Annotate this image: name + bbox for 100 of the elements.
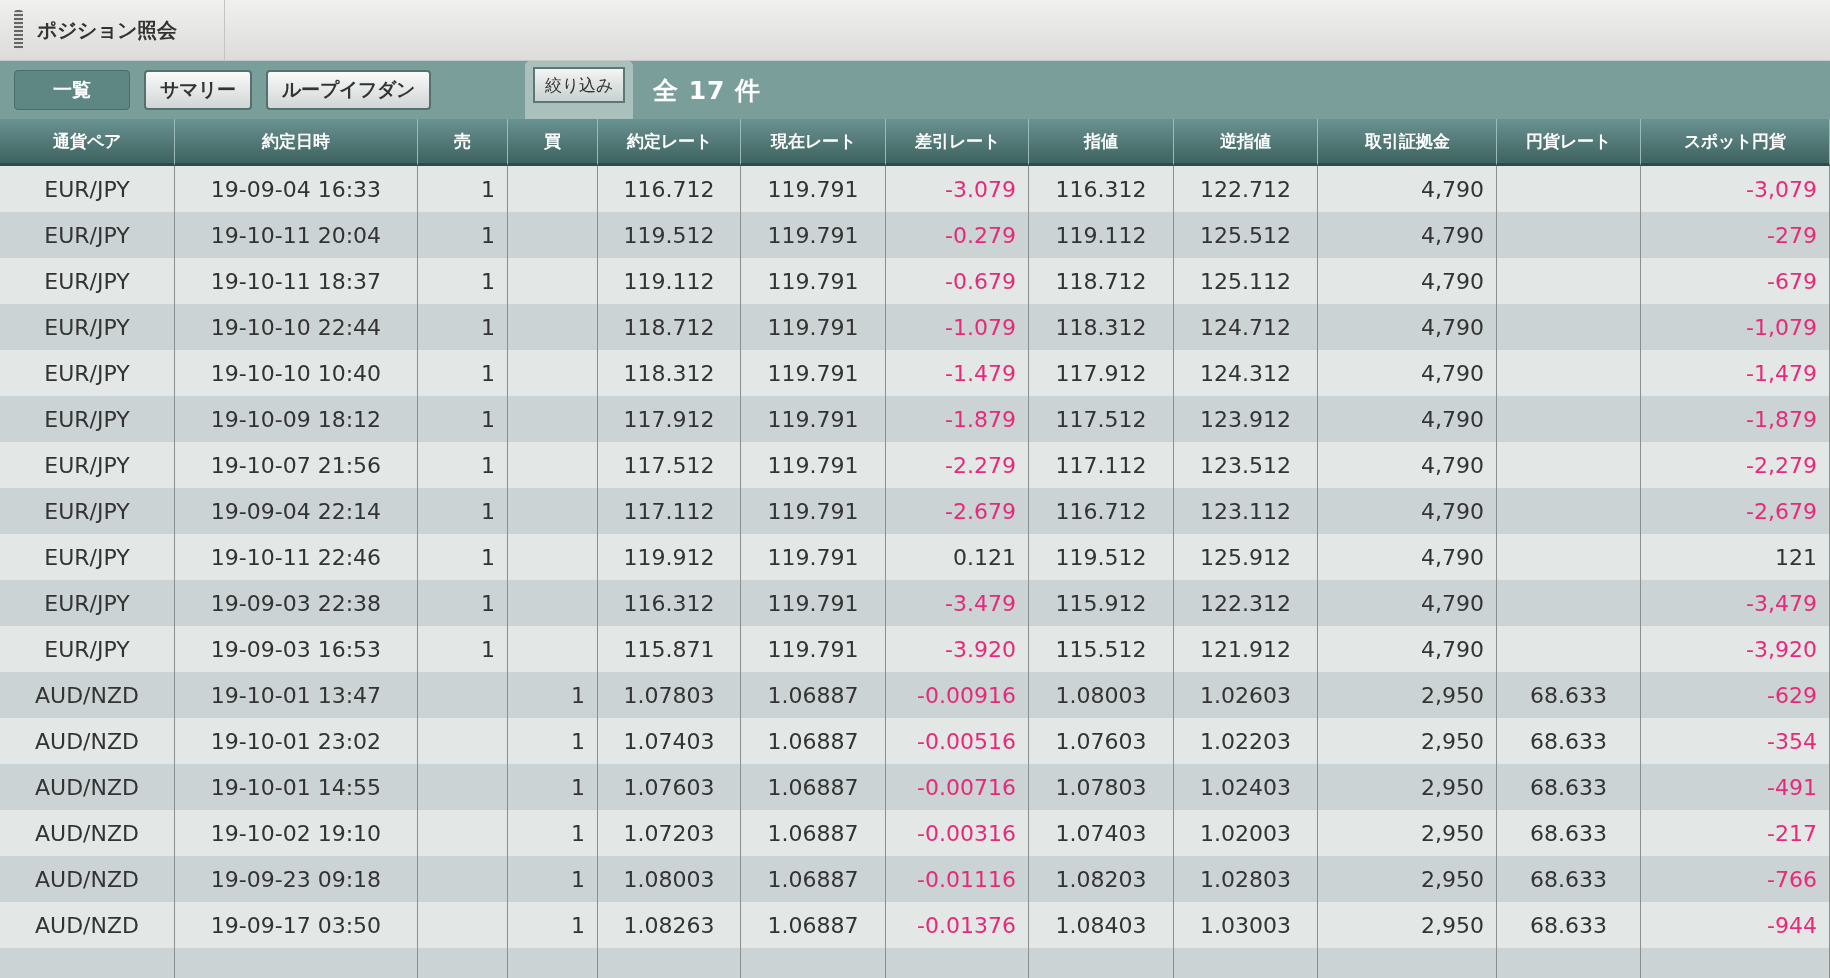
table-cell: 1.06887 — [741, 810, 886, 856]
table-cell: EUR/JPY — [0, 166, 175, 212]
table-cell: 4,790 — [1318, 166, 1497, 212]
table-cell: 1 — [508, 902, 598, 948]
table-cell: 19-09-03 16:53 — [175, 626, 418, 672]
table-cell: -2.279 — [886, 442, 1029, 488]
column-header[interactable]: 通貨ペア — [0, 119, 175, 166]
table-cell: 1.06887 — [741, 902, 886, 948]
table-cell: -0.00516 — [886, 718, 1029, 764]
table-cell: -217 — [1641, 810, 1830, 856]
table-cell: EUR/JPY — [0, 442, 175, 488]
column-header[interactable]: 指値 — [1029, 119, 1174, 166]
table-cell: 2,950 — [1318, 718, 1497, 764]
table-cell: 4,790 — [1318, 626, 1497, 672]
column-header[interactable]: 買 — [508, 119, 598, 166]
table-cell: 19-09-04 16:33 — [175, 166, 418, 212]
table-cell: 1.07403 — [1029, 810, 1174, 856]
table-cell: 119.791 — [741, 166, 886, 212]
table-cell: 119.791 — [741, 350, 886, 396]
table-cell: 4,790 — [1318, 258, 1497, 304]
table-cell: 1.02003 — [1174, 810, 1318, 856]
table-cell: 4,790 — [1318, 350, 1497, 396]
column-header[interactable]: 約定日時 — [175, 119, 418, 166]
table-cell: AUD/NZD — [0, 718, 175, 764]
table-cell: 116.312 — [1029, 166, 1174, 212]
table-cell: -3.079 — [886, 166, 1029, 212]
table-cell: 119.791 — [741, 258, 886, 304]
table-cell: 118.712 — [1029, 258, 1174, 304]
table-cell: 1 — [418, 442, 508, 488]
table-cell: 2,950 — [1318, 902, 1497, 948]
table-cell: AUD/NZD — [0, 902, 175, 948]
table-cell: 1 — [418, 626, 508, 672]
tab[interactable]: ループイフダン — [266, 70, 431, 110]
column-header[interactable]: 差引レート — [886, 119, 1029, 166]
table-cell: -1.479 — [886, 350, 1029, 396]
table-cell: 125.912 — [1174, 534, 1318, 580]
table-cell: -1,479 — [1641, 350, 1830, 396]
drag-grip-icon[interactable] — [14, 10, 23, 50]
table-cell: EUR/JPY — [0, 350, 175, 396]
table-cell: 1 — [418, 258, 508, 304]
table-cell: 1 — [418, 350, 508, 396]
table-cell: AUD/NZD — [0, 810, 175, 856]
table-cell: 121.912 — [1174, 626, 1318, 672]
table-cell: 119.112 — [598, 258, 741, 304]
table-cell: 1 — [508, 718, 598, 764]
table-cell: 2,950 — [1318, 810, 1497, 856]
table-cell: 125.112 — [1174, 258, 1318, 304]
table-cell: 1 — [418, 166, 508, 212]
column-header[interactable]: 約定レート — [598, 119, 741, 166]
record-count: 全 17 件 — [653, 74, 762, 107]
table-cell: -3,079 — [1641, 166, 1830, 212]
table-cell: 115.871 — [598, 626, 741, 672]
table-cell: 124.312 — [1174, 350, 1318, 396]
table-cell: 1.07403 — [598, 718, 741, 764]
table-cell: 1.06887 — [741, 718, 886, 764]
filter-button[interactable]: 絞り込み — [533, 67, 625, 103]
table-cell: 1.07603 — [1029, 718, 1174, 764]
table-cell: 117.512 — [598, 442, 741, 488]
table-cell: 1 — [508, 810, 598, 856]
column-header[interactable]: 取引証拠金 — [1318, 119, 1497, 166]
column-header[interactable]: 逆指値 — [1174, 119, 1318, 166]
table-cell: 119.791 — [741, 442, 886, 488]
column-header[interactable]: 円貨レート — [1497, 119, 1641, 166]
table-cell: 1.02203 — [1174, 718, 1318, 764]
table-cell: 117.112 — [1029, 442, 1174, 488]
table-cell: 1.07203 — [598, 810, 741, 856]
tab[interactable]: サマリー — [144, 70, 252, 110]
table-cell: 19-10-07 21:56 — [175, 442, 418, 488]
table-cell: 68.633 — [1497, 810, 1641, 856]
table-cell: 119.791 — [741, 534, 886, 580]
table-cell: 68.633 — [1497, 718, 1641, 764]
table-cell: 4,790 — [1318, 442, 1497, 488]
table-cell: 1.03003 — [1174, 902, 1318, 948]
table-cell: -354 — [1641, 718, 1830, 764]
table-cell: 123.512 — [1174, 442, 1318, 488]
table-cell: -3.920 — [886, 626, 1029, 672]
table-cell: -0.679 — [886, 258, 1029, 304]
table-cell: 1 — [418, 534, 508, 580]
table-cell: 4,790 — [1318, 534, 1497, 580]
table-cell: 121 — [1641, 534, 1830, 580]
column-header[interactable]: 売 — [418, 119, 508, 166]
table-cell: 68.633 — [1497, 902, 1641, 948]
table-cell: 19-10-11 22:46 — [175, 534, 418, 580]
table-cell: 115.512 — [1029, 626, 1174, 672]
window-title: ポジション照会 — [37, 16, 177, 44]
table-cell: -3,920 — [1641, 626, 1830, 672]
table-cell: 19-10-10 10:40 — [175, 350, 418, 396]
table-cell: EUR/JPY — [0, 626, 175, 672]
column-header[interactable]: スポット円貨 — [1641, 119, 1830, 166]
table-cell: -0.01376 — [886, 902, 1029, 948]
table-cell: 117.912 — [1029, 350, 1174, 396]
table-cell: 19-10-01 23:02 — [175, 718, 418, 764]
table-cell: 122.712 — [1174, 166, 1318, 212]
column-header[interactable]: 現在レート — [741, 119, 886, 166]
table-cell: EUR/JPY — [0, 258, 175, 304]
table-cell: 0.121 — [886, 534, 1029, 580]
table-cell: 119.912 — [598, 534, 741, 580]
table-cell: -944 — [1641, 902, 1830, 948]
tab[interactable]: 一覧 — [14, 70, 130, 110]
table-cell: 119.512 — [1029, 534, 1174, 580]
